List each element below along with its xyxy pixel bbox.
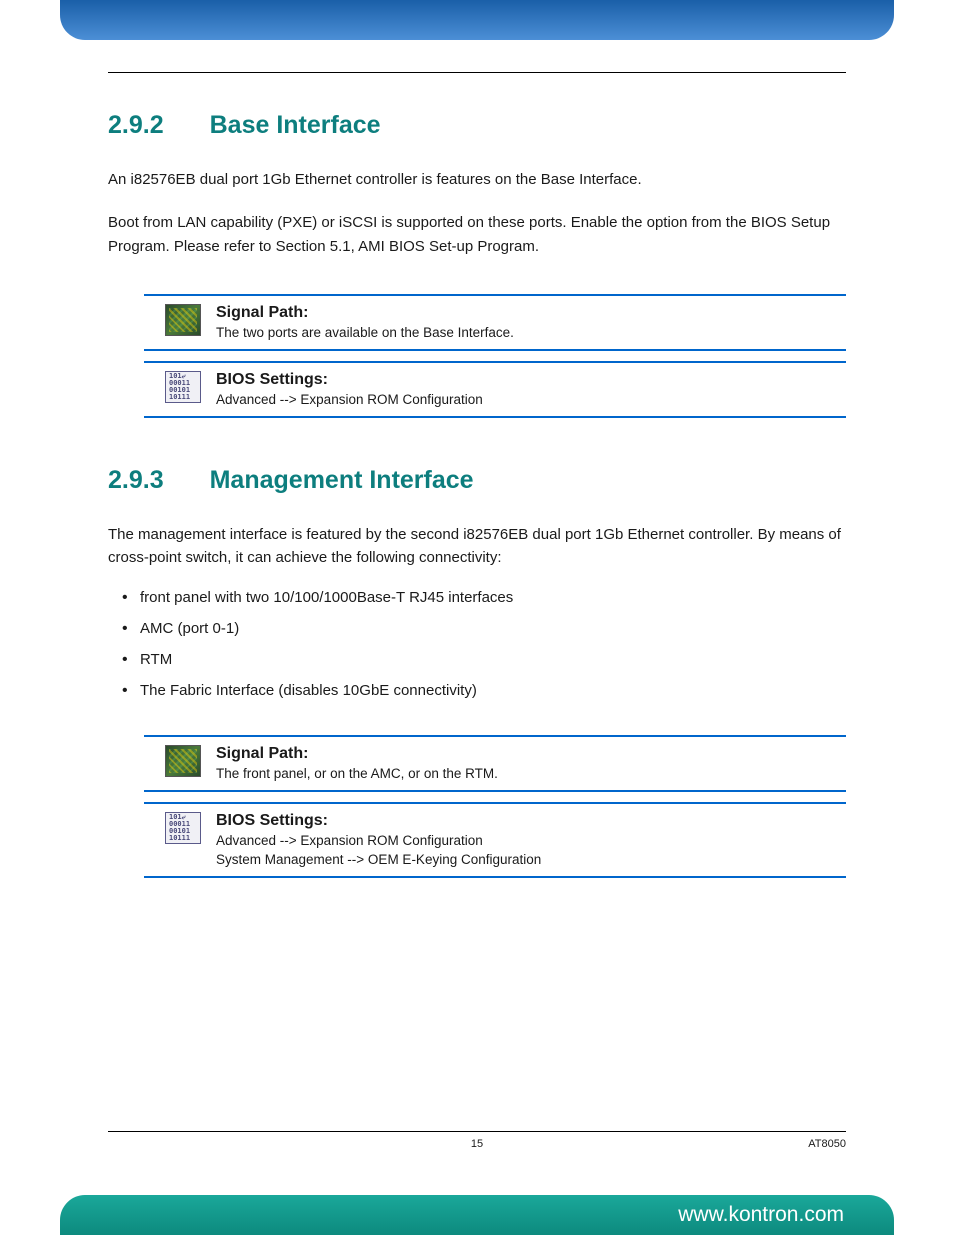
info-table: Signal Path: The front panel, or on the … [144, 735, 846, 878]
top-banner [60, 0, 894, 40]
paragraph: Boot from LAN capability (PXE) or iSCSI … [108, 211, 846, 258]
info-title: BIOS Settings: [216, 371, 846, 389]
section-number: 2.9.2 [108, 111, 164, 140]
section-heading-293: 2.9.3 Management Interface [108, 466, 846, 495]
signal-path-icon [164, 302, 202, 338]
info-text: Advanced --> Expansion ROM Configuration [216, 391, 846, 410]
content-area: 2.9.2 Base Interface An i82576EB dual po… [108, 72, 846, 1140]
section-heading-292: 2.9.2 Base Interface [108, 111, 846, 140]
signal-path-icon [164, 743, 202, 779]
info-text: Advanced --> Expansion ROM Configuration [216, 832, 846, 851]
footer: 15 AT8050 [108, 1131, 846, 1150]
info-text: The front panel, or on the AMC, or on th… [216, 765, 846, 784]
bottom-banner: www.kontron.com [60, 1195, 894, 1235]
bios-settings-icon: 101⤶ 00011 00101 10111 [164, 369, 202, 405]
bullet-list: front panel with two 10/100/1000Base-T R… [108, 589, 846, 699]
info-text: System Management --> OEM E-Keying Confi… [216, 851, 846, 870]
section-title: Base Interface [210, 111, 381, 140]
list-item: The Fabric Interface (disables 10GbE con… [116, 682, 846, 699]
list-item: front panel with two 10/100/1000Base-T R… [116, 589, 846, 606]
page-number: 15 [471, 1138, 483, 1150]
info-row-bios-settings: 101⤶ 00011 00101 10111 BIOS Settings: Ad… [144, 802, 846, 878]
paragraph: The management interface is featured by … [108, 523, 846, 570]
info-row-bios-settings: 101⤶ 00011 00101 10111 BIOS Settings: Ad… [144, 361, 846, 418]
bios-settings-icon: 101⤶ 00011 00101 10111 [164, 810, 202, 846]
list-item: RTM [116, 651, 846, 668]
section-number: 2.9.3 [108, 466, 164, 495]
section-title: Management Interface [210, 466, 474, 495]
doc-id: AT8050 [808, 1138, 846, 1150]
info-title: BIOS Settings: [216, 812, 846, 830]
info-row-signal-path: Signal Path: The front panel, or on the … [144, 735, 846, 792]
footer-url: www.kontron.com [678, 1203, 844, 1227]
info-text: The two ports are available on the Base … [216, 324, 846, 343]
list-item: AMC (port 0-1) [116, 620, 846, 637]
info-title: Signal Path: [216, 304, 846, 322]
info-table: Signal Path: The two ports are available… [144, 294, 846, 418]
info-row-signal-path: Signal Path: The two ports are available… [144, 294, 846, 351]
info-title: Signal Path: [216, 745, 846, 763]
paragraph: An i82576EB dual port 1Gb Ethernet contr… [108, 168, 846, 191]
